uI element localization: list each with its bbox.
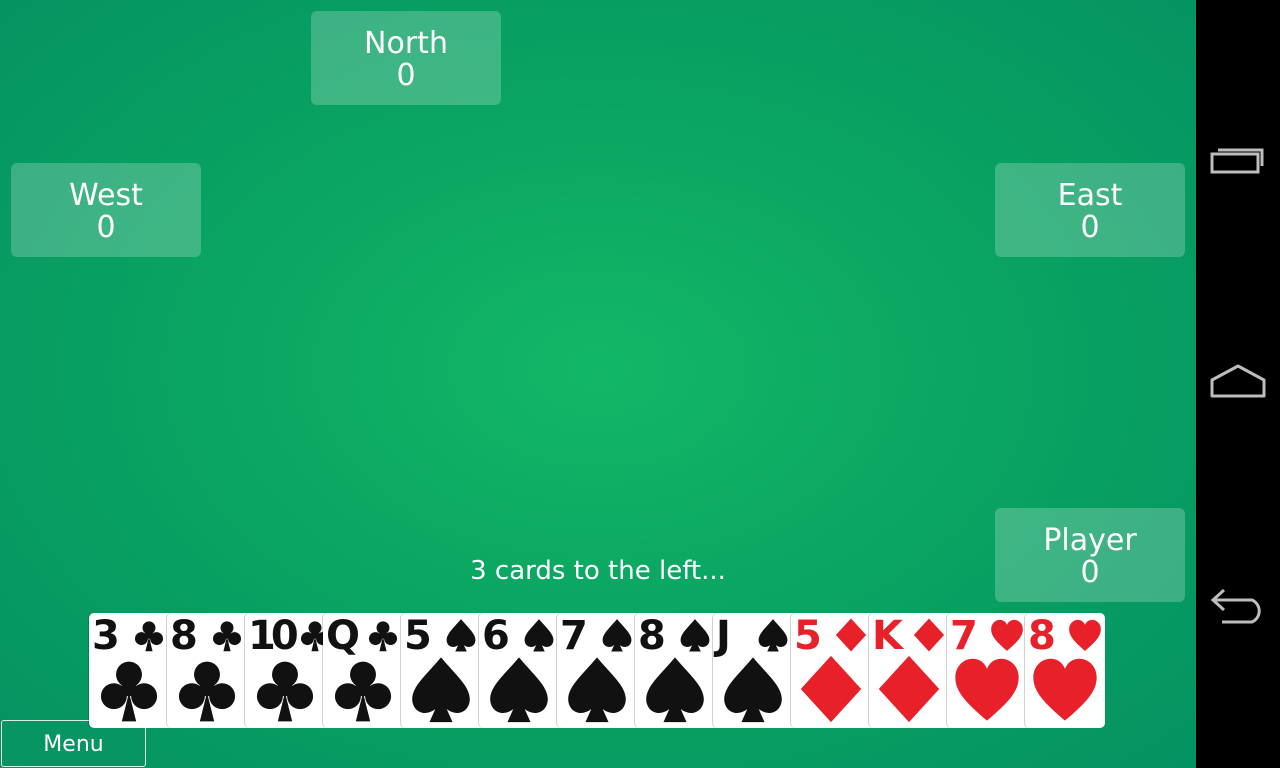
diamond-icon <box>878 655 940 723</box>
spade-icon <box>490 657 548 723</box>
system-navigation-bar <box>1196 0 1280 768</box>
club-icon <box>368 621 398 652</box>
heart-icon <box>991 619 1023 651</box>
club-icon <box>256 661 314 722</box>
heart-icon <box>1033 658 1097 721</box>
seat-name: West <box>69 178 143 213</box>
spade-icon <box>724 657 782 723</box>
club-icon <box>100 661 158 722</box>
seat-name: Player <box>1043 523 1137 558</box>
home-icon[interactable] <box>1206 350 1270 410</box>
club-icon <box>178 661 236 722</box>
club-icon <box>334 661 392 722</box>
seat-player: Player 0 <box>995 508 1185 602</box>
spade-icon <box>758 619 788 652</box>
spade-icon <box>680 619 710 652</box>
status-message: 3 cards to the left... <box>470 556 726 586</box>
seat-score: 0 <box>1080 210 1100 245</box>
seat-score: 0 <box>96 210 116 245</box>
seat-score: 0 <box>396 58 416 93</box>
game-table: North 0 West 0 East 0 Player 0 3 cards t… <box>0 0 1196 768</box>
seat-west: West 0 <box>11 163 201 257</box>
seat-name: North <box>364 26 448 61</box>
spade-icon <box>646 657 704 723</box>
diamond-icon <box>835 618 867 652</box>
player-hand: 3 8 10 Q 5 6 7 8 J 5 K 7 8 <box>89 613 1109 728</box>
seat-east: East 0 <box>995 163 1185 257</box>
spade-icon <box>412 657 470 723</box>
diamond-icon <box>913 618 945 652</box>
spade-icon <box>446 619 476 652</box>
heart-icon <box>955 658 1019 721</box>
recent-apps-icon[interactable] <box>1206 130 1270 190</box>
spade-icon <box>568 657 626 723</box>
spade-icon <box>602 619 632 652</box>
seat-north: North 0 <box>311 11 501 105</box>
back-icon[interactable] <box>1206 576 1270 636</box>
club-icon <box>212 621 242 652</box>
spade-icon <box>524 619 554 652</box>
club-icon <box>134 621 164 652</box>
playing-card[interactable]: 8 <box>1025 613 1105 728</box>
seat-name: East <box>1057 178 1123 213</box>
diamond-icon <box>800 655 862 723</box>
heart-icon <box>1069 619 1101 651</box>
